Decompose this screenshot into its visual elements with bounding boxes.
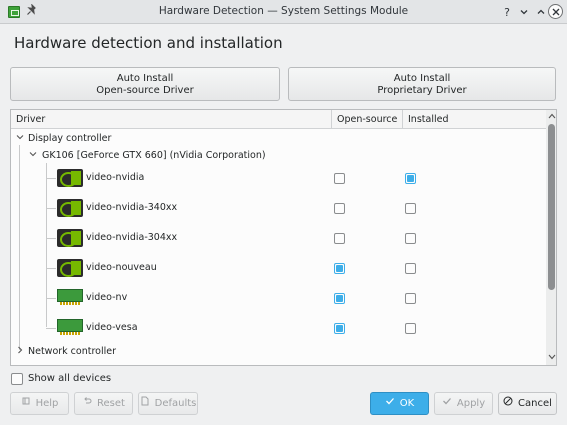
driver-name[interactable]: video-vesa: [86, 322, 138, 333]
nvidia-logo-icon: [57, 229, 83, 247]
tree-branch-line: [46, 268, 56, 269]
auto-install-open-source-button[interactable]: Auto Install Open-source Driver: [10, 67, 280, 101]
tree-branch-line: [46, 298, 56, 299]
show-all-devices-label: Show all devices: [28, 373, 112, 384]
tree-item-display-controller[interactable]: Display controller: [28, 133, 111, 144]
installed-checkbox[interactable]: [405, 263, 416, 274]
driver-name[interactable]: video-nouveau: [86, 262, 157, 273]
cancel-icon: [503, 393, 513, 414]
help-icon: [21, 393, 31, 414]
tree-branch-line: [46, 238, 56, 239]
help-button-label: Help: [35, 398, 59, 409]
defaults-button[interactable]: Defaults: [138, 392, 198, 415]
document-icon: [140, 393, 150, 414]
column-header-driver[interactable]: Driver: [11, 110, 331, 129]
chevron-down-icon[interactable]: [15, 133, 25, 143]
button-line: Auto Install: [393, 73, 451, 84]
ok-button[interactable]: OK: [370, 392, 429, 415]
installed-checkbox[interactable]: [405, 233, 416, 244]
nvidia-logo-icon: [57, 199, 83, 217]
tree-item-network-controller[interactable]: Network controller: [28, 346, 116, 357]
tree-branch-line: [19, 145, 20, 350]
driver-name[interactable]: video-nvidia-304xx: [86, 232, 177, 243]
driver-name[interactable]: video-nv: [86, 292, 127, 303]
defaults-button-label: Defaults: [154, 398, 197, 409]
maximize-button[interactable]: [533, 4, 549, 20]
close-window-button[interactable]: [548, 4, 563, 19]
page-title: Hardware detection and installation: [14, 34, 283, 52]
button-line: Proprietary Driver: [377, 85, 467, 96]
apply-button[interactable]: Apply: [434, 392, 493, 415]
scrollbar-thumb[interactable]: [548, 124, 555, 290]
help-button[interactable]: Help: [10, 392, 69, 415]
installed-checkbox[interactable]: [405, 323, 416, 334]
window-title: Hardware Detection — System Settings Mod…: [158, 5, 409, 17]
column-header-open-source[interactable]: Open-source: [331, 110, 402, 129]
driver-tree[interactable]: Driver Open-source Installed Display con…: [10, 109, 557, 366]
cancel-button-label: Cancel: [518, 398, 552, 409]
chevron-right-icon[interactable]: [15, 346, 25, 356]
help-window-button[interactable]: ?: [499, 4, 515, 20]
apply-button-label: Apply: [456, 398, 486, 409]
reset-button[interactable]: Reset: [74, 392, 133, 415]
driver-name[interactable]: video-nvidia: [86, 172, 144, 183]
scroll-down-icon[interactable]: [547, 353, 556, 363]
driver-name[interactable]: video-nvidia-340xx: [86, 202, 177, 213]
column-header-installed[interactable]: Installed: [402, 110, 546, 129]
open-source-checkbox[interactable]: [334, 233, 345, 244]
open-source-checkbox[interactable]: [334, 203, 345, 214]
minimize-button[interactable]: [516, 4, 532, 20]
open-source-checkbox[interactable]: [334, 173, 345, 184]
nvidia-logo-icon: [57, 259, 83, 277]
installed-checkbox[interactable]: [405, 173, 416, 184]
checkmark-icon: [385, 393, 395, 414]
pci-card-icon: [57, 289, 83, 305]
nvidia-logo-icon: [57, 169, 83, 187]
cancel-button[interactable]: Cancel: [498, 392, 557, 415]
scroll-up-icon[interactable]: [547, 112, 556, 122]
pci-card-icon: [57, 319, 83, 335]
show-all-devices-checkbox[interactable]: [11, 373, 23, 385]
installed-checkbox[interactable]: [405, 203, 416, 214]
tree-item-device[interactable]: GK106 [GeForce GTX 660] (nVidia Corporat…: [42, 150, 266, 161]
undo-icon: [82, 393, 92, 414]
checkmark-icon: [442, 393, 452, 414]
open-source-checkbox[interactable]: [334, 263, 345, 274]
tree-branch-line: [46, 163, 47, 327]
open-source-checkbox[interactable]: [334, 293, 345, 304]
tree-branch-line: [46, 208, 56, 209]
button-line: Auto Install: [116, 73, 174, 84]
title-bar[interactable]: Hardware Detection — System Settings Mod…: [0, 0, 567, 24]
button-line: Open-source Driver: [96, 85, 194, 96]
tree-branch-line: [46, 328, 56, 329]
vertical-scrollbar[interactable]: [546, 110, 556, 365]
installed-checkbox[interactable]: [405, 293, 416, 304]
tree-branch-line: [46, 178, 56, 179]
open-source-checkbox[interactable]: [334, 323, 345, 334]
tree-header: Driver Open-source Installed: [11, 110, 546, 129]
ok-button-label: OK: [399, 398, 415, 409]
auto-install-proprietary-button[interactable]: Auto Install Proprietary Driver: [288, 67, 556, 101]
chevron-down-icon[interactable]: [28, 150, 38, 160]
reset-button-label: Reset: [97, 398, 125, 409]
